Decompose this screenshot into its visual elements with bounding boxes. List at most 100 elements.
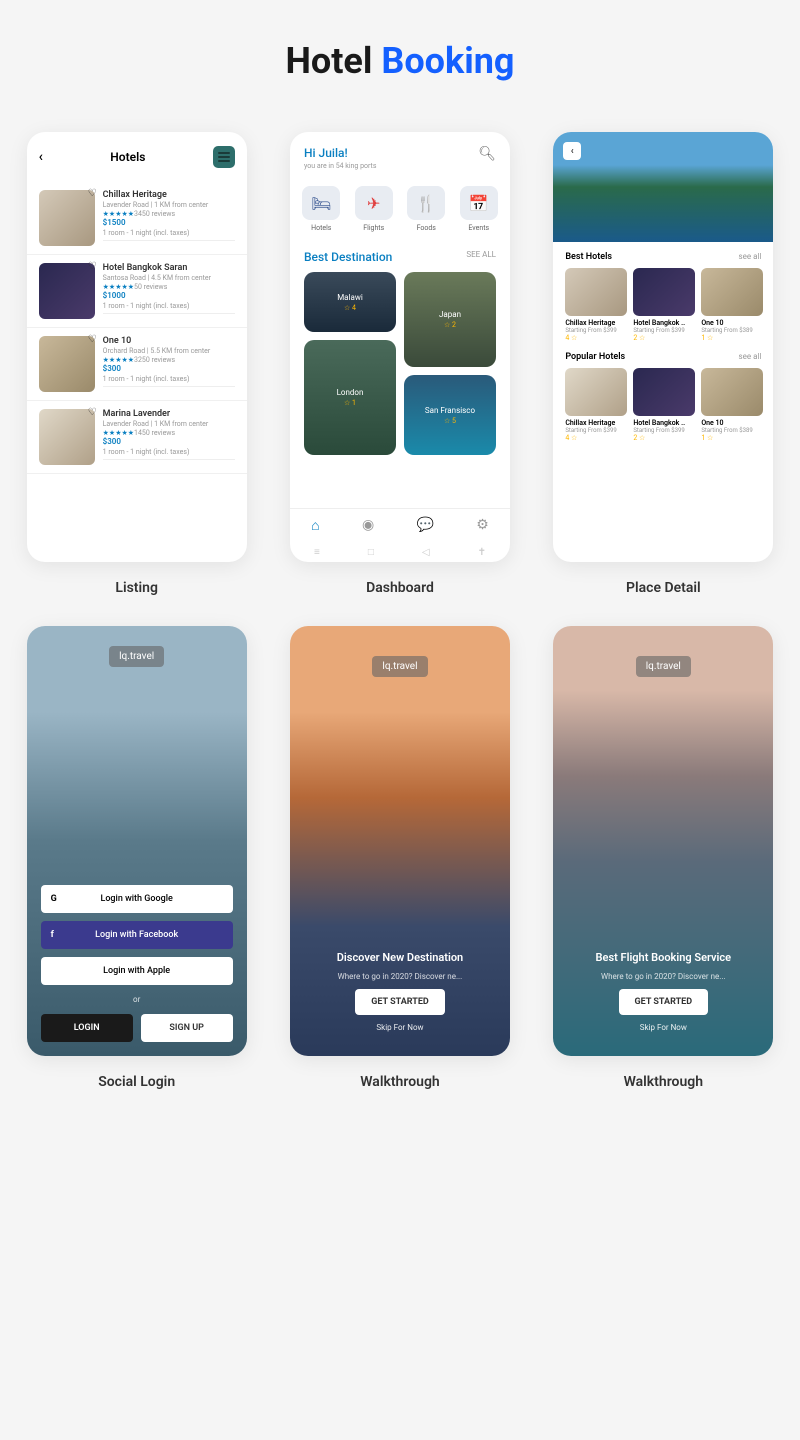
card-price: Starting From $389 [701, 327, 763, 334]
card-price: Starting From $399 [565, 327, 627, 334]
hotel-info: Hotel Bangkok Saran Santosa Road | 4.5 K… [103, 263, 235, 319]
facebook-icon: f [51, 930, 54, 940]
card-image [701, 368, 763, 416]
brand-badge: lq.travel [372, 656, 427, 677]
card-rating: 2 ☆ [633, 434, 695, 442]
chat-icon[interactable]: 💬 [416, 517, 433, 534]
brand-badge: lq.travel [636, 656, 691, 677]
hotel-item[interactable]: ♡ Hotel Bangkok Saran Santosa Road | 4.5… [27, 255, 247, 328]
section-head: Popular Hotels see all [553, 342, 773, 368]
detail-wrap: ‹ Best Hotels see all Chillax HeritageSt… [547, 132, 780, 596]
category-foods[interactable]: 🍴Foods [407, 186, 445, 232]
walk-content: Best Flight Booking Service Where to go … [596, 951, 732, 1056]
walk-title: Best Flight Booking Service [596, 951, 732, 964]
hotel-image: ♡ [39, 263, 95, 319]
back-icon[interactable]: ‹ [39, 149, 43, 165]
title-part2: Booking [381, 40, 514, 82]
screen-label: Walkthrough [360, 1074, 440, 1090]
hotel-card[interactable]: Hotel Bangkok ..Starting From $3992 ☆ [633, 268, 695, 342]
walk-subtitle: Where to go in 2020? Discover ne... [338, 972, 463, 981]
section-head: Best Hotels see all [553, 242, 773, 268]
back-button[interactable]: ‹ [563, 142, 581, 160]
hotel-price: $1000 [103, 291, 235, 300]
destination-card[interactable]: London☆ 1 [304, 340, 396, 455]
hotel-image: ♡ [39, 409, 95, 465]
destination-card[interactable]: Japan☆ 2 [404, 272, 496, 367]
google-login-button[interactable]: GLogin with Google [41, 885, 233, 913]
skip-link[interactable]: Skip For Now [376, 1023, 423, 1032]
hotel-item[interactable]: ♡ Chillax Heritage Lavender Road | 1 KM … [27, 182, 247, 255]
category-hotels[interactable]: 🛏Hotels [302, 186, 340, 232]
card-rating: 1 ☆ [701, 334, 763, 342]
android-accessibility-icon[interactable]: ✝ [478, 547, 486, 558]
walk-title: Discover New Destination [337, 951, 463, 964]
hotel-name: One 10 [103, 336, 235, 346]
card-rating: 2 ☆ [633, 334, 695, 342]
card-name: One 10 [701, 419, 763, 427]
hotel-location: Lavender Road | 1 KM from center [103, 201, 235, 209]
card-name: Chillax Heritage [565, 319, 627, 327]
heart-icon[interactable]: ♡ [88, 188, 97, 199]
bed-icon: 🛏 [302, 186, 340, 220]
hotel-room-info: 1 room - 1 night (incl. taxes) [103, 302, 235, 314]
hotel-card[interactable]: Chillax HeritageStarting From $3994 ☆ [565, 368, 627, 442]
facebook-login-button[interactable]: fLogin with Facebook [41, 921, 233, 949]
hotel-card[interactable]: One 10Starting From $3891 ☆ [701, 368, 763, 442]
auth-row: LOGIN SIGN UP [41, 1014, 233, 1042]
see-all-link[interactable]: SEE ALL [466, 250, 496, 264]
cat-label: Events [468, 224, 489, 232]
signup-button[interactable]: SIGN UP [141, 1014, 233, 1042]
hotel-card[interactable]: Hotel Bangkok ..Starting From $3992 ☆ [633, 368, 695, 442]
hotel-price: $300 [103, 364, 235, 373]
walk-subtitle: Where to go in 2020? Discover ne... [601, 972, 726, 981]
hotel-info: Marina Lavender Lavender Road | 1 KM fro… [103, 409, 235, 465]
category-flights[interactable]: ✈Flights [355, 186, 393, 232]
calendar-icon: 📅 [460, 186, 498, 220]
card-price: Starting From $399 [633, 427, 695, 434]
heart-icon[interactable]: ♡ [88, 407, 97, 418]
android-home-icon[interactable]: □ [368, 547, 374, 558]
category-row: 🛏Hotels ✈Flights 🍴Foods 📅 Events [290, 176, 510, 242]
destination-card[interactable]: San Fransisco☆ 5 [404, 375, 496, 455]
hotel-location: Lavender Road | 1 KM from center [103, 420, 235, 428]
hotel-card[interactable]: Chillax HeritageStarting From $3994 ☆ [565, 268, 627, 342]
google-icon: G [51, 894, 57, 904]
apple-login-button[interactable]: Login with Apple [41, 957, 233, 985]
hotel-item[interactable]: ♡ One 10 Orchard Road | 5.5 KM from cent… [27, 328, 247, 401]
android-back-icon[interactable]: ◁ [422, 547, 430, 558]
btn-label: Login with Apple [50, 966, 224, 976]
android-menu-icon[interactable]: ≡ [314, 547, 320, 558]
see-all-link[interactable]: see all [738, 252, 761, 262]
destination-card[interactable]: Malawi☆ 4 [304, 272, 396, 332]
home-icon[interactable]: ⌂ [311, 517, 319, 534]
listing-title: Hotels [110, 150, 145, 164]
get-started-button[interactable]: GET STARTED [355, 989, 445, 1015]
dashboard-header: Hi Juila! you are in 54 king ports 🔍︎ [290, 132, 510, 176]
hotel-location: Orchard Road | 5.5 KM from center [103, 347, 235, 355]
login-button[interactable]: LOGIN [41, 1014, 133, 1042]
bottom-nav: ⌂ ◉ 💬 ⚙ [290, 508, 510, 542]
dest-name: Malawi [337, 293, 363, 302]
heart-icon[interactable]: ♡ [88, 334, 97, 345]
explore-icon[interactable]: ◉ [362, 517, 374, 534]
card-row: Chillax HeritageStarting From $3994 ☆ Ho… [553, 368, 773, 442]
walk2-wrap: lq.travel Best Flight Booking Service Wh… [547, 626, 780, 1090]
hotel-price: $1500 [103, 218, 235, 227]
get-started-button[interactable]: GET STARTED [619, 989, 709, 1015]
screen-label: Listing [115, 580, 158, 596]
search-icon[interactable]: 🔍︎ [478, 146, 496, 162]
dashboard-wrap: Hi Juila! you are in 54 king ports 🔍︎ 🛏H… [283, 132, 516, 596]
category-events[interactable]: 📅 Events [460, 186, 498, 232]
page-title: Hotel Booking [20, 40, 780, 82]
android-nav: ≡ □ ◁ ✝ [290, 543, 510, 562]
skip-link[interactable]: Skip For Now [640, 1023, 687, 1032]
dashboard-phone: Hi Juila! you are in 54 king ports 🔍︎ 🛏H… [290, 132, 510, 562]
hotel-stars: ★★★★★ [103, 429, 134, 437]
heart-icon[interactable]: ♡ [88, 261, 97, 272]
hotel-item[interactable]: ♡ Marina Lavender Lavender Road | 1 KM f… [27, 401, 247, 474]
see-all-link[interactable]: see all [738, 352, 761, 362]
card-price: Starting From $389 [701, 427, 763, 434]
hotel-card[interactable]: One 10Starting From $3891 ☆ [701, 268, 763, 342]
settings-icon[interactable]: ⚙ [476, 517, 489, 534]
menu-icon[interactable] [213, 146, 235, 168]
